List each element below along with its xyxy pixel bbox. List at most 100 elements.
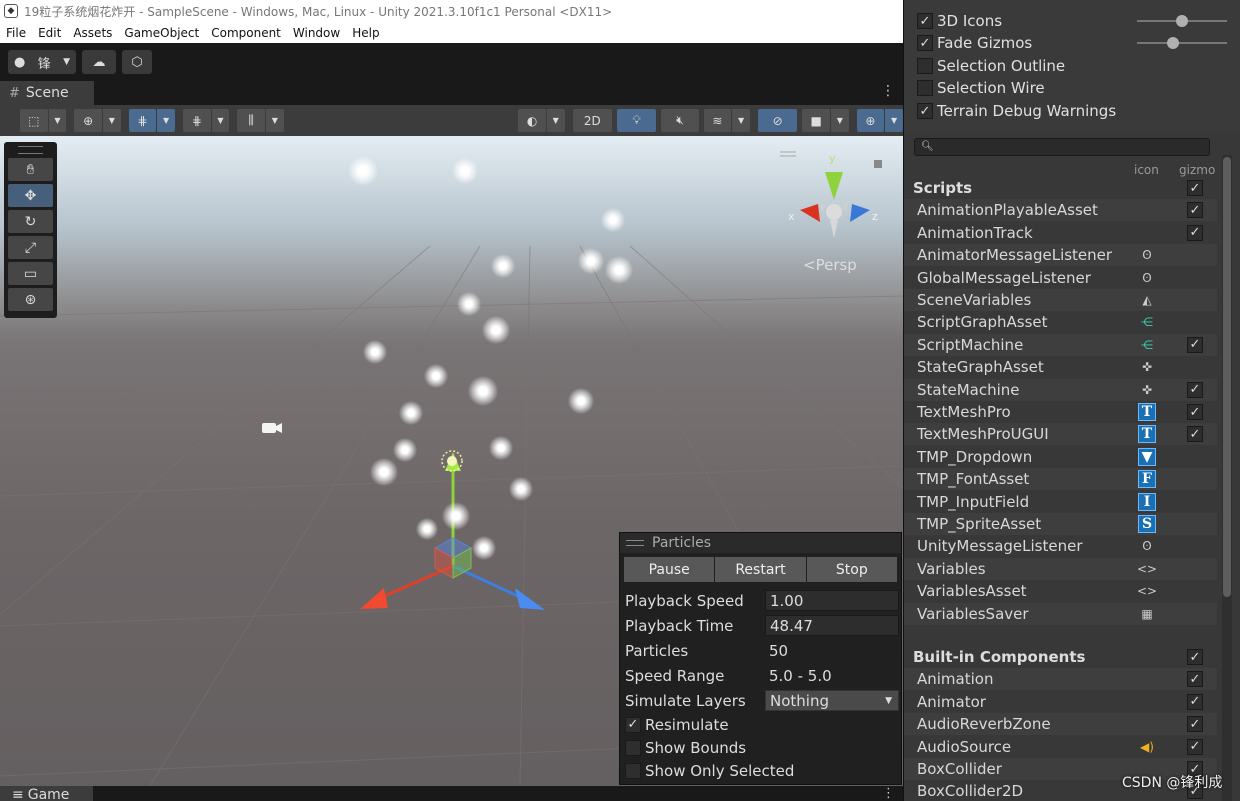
toggle-fade-gizmos[interactable]: ✓ Fade Gizmos <box>917 32 1032 54</box>
gizmo-list-item[interactable]: Animation ✓ <box>904 668 1217 691</box>
gizmo-checkbox[interactable]: ✓ <box>1187 224 1203 241</box>
draw-mode-button[interactable]: ⬚ <box>20 109 48 132</box>
camera-gizmo-icon[interactable] <box>262 423 282 433</box>
gizmo-list-item[interactable]: UnityMessageListener ʘ <box>904 535 1217 557</box>
saver-icon[interactable]: ▦ <box>1138 605 1156 623</box>
gizmo-search-input[interactable]: 🔍︎ <box>914 138 1210 156</box>
gizmo-list-item[interactable]: TMP_Dropdown ▼ <box>904 446 1217 468</box>
tab-game[interactable]: ≡ Game <box>0 786 93 801</box>
speaker-icon[interactable]: ◀) <box>1138 738 1156 756</box>
gizmo-list-item[interactable]: VariablesSaver ▦ <box>904 602 1217 625</box>
tmp-i-icon[interactable]: I <box>1138 492 1156 511</box>
ear-icon[interactable]: ʘ <box>1138 246 1156 264</box>
grid-visibility-dropdown[interactable]: ▼ <box>265 109 284 132</box>
gizmos-dropdown[interactable]: ▼ <box>885 109 903 132</box>
3d-icons-slider[interactable] <box>1137 15 1227 27</box>
global-dropdown[interactable]: ▼ <box>102 109 121 132</box>
menu-edit[interactable]: Edit <box>32 26 67 40</box>
gizmo-list-item[interactable]: AudioReverbZone ✓ <box>904 713 1217 736</box>
3d-icons-checkbox[interactable]: ✓ <box>917 13 933 29</box>
gizmo-list-item[interactable]: StateMachine ✜ ✓ <box>904 378 1217 401</box>
tmp-dropdown-icon[interactable]: ▼ <box>1138 447 1156 466</box>
show-bounds-toggle[interactable]: Show Bounds <box>620 736 901 759</box>
lighting-toggle[interactable]: 💡︎ <box>616 109 657 132</box>
effects-button[interactable]: ≋ <box>703 109 732 132</box>
stop-button[interactable]: Stop <box>806 557 897 582</box>
restart-button[interactable]: Restart <box>715 557 806 582</box>
scrollbar-thumb[interactable] <box>1223 157 1231 597</box>
scene-viewport[interactable]: ✋︎ ✥ ↻ ⤢ ▭ ⊛ y x z <Persp Particles Paus… <box>0 136 903 786</box>
gizmo-checkbox[interactable]: ✓ <box>1187 426 1203 443</box>
camera-button[interactable]: ■ <box>802 109 830 132</box>
grid-snap-button[interactable]: ⋕ <box>128 109 157 132</box>
gizmo-list-item[interactable]: ScriptGraphAsset ⋲ <box>904 311 1217 333</box>
gizmo-list-item[interactable]: VariablesAsset <> <box>904 580 1217 602</box>
grid-visibility-button[interactable]: ⫼ <box>237 109 265 132</box>
gizmo-checkbox[interactable]: ✓ <box>1187 404 1203 420</box>
rect-tool-button[interactable]: ▭ <box>8 262 53 285</box>
gizmo-list-item[interactable]: TextMeshPro T ✓ <box>904 401 1217 423</box>
scene-visibility-toggle[interactable]: ⊘ <box>757 109 798 132</box>
effects-dropdown[interactable]: ▼ <box>732 109 750 132</box>
tab-scene[interactable]: # Scene <box>0 81 94 105</box>
hand-tool-button[interactable]: ✋︎ <box>8 158 53 181</box>
gizmo-checkbox[interactable]: ✓ <box>1187 381 1203 398</box>
scale-tool-button[interactable]: ⤢ <box>8 236 53 259</box>
menu-help[interactable]: Help <box>346 26 385 40</box>
tmp-f-icon[interactable]: F <box>1138 470 1156 489</box>
kebab-menu-icon[interactable]: ⋮ <box>881 83 895 99</box>
graph-icon[interactable]: ⋲ <box>1138 336 1156 354</box>
ear-icon[interactable]: ʘ <box>1138 537 1156 555</box>
gizmo-checkbox[interactable]: ✓ <box>1187 738 1203 755</box>
rotate-tool-button[interactable]: ↻ <box>8 210 53 233</box>
selection-outline-checkbox[interactable] <box>917 58 933 74</box>
state-icon[interactable]: ✜ <box>1138 358 1156 376</box>
shading-mode-button[interactable]: ◐ <box>518 109 546 132</box>
simulate-layers-select[interactable]: Nothing ▼ <box>765 690 899 711</box>
graph-icon[interactable]: ⋲ <box>1138 313 1156 331</box>
tmp-t-icon[interactable]: T <box>1138 425 1156 444</box>
selection-wire-checkbox[interactable] <box>917 80 933 96</box>
cloud-button[interactable]: ☁ <box>82 50 116 74</box>
gizmo-list-item[interactable]: AnimationPlayableAsset ✓ <box>904 199 1217 222</box>
drag-handle[interactable] <box>626 540 644 546</box>
draw-mode-dropdown[interactable]: ▼ <box>48 109 67 132</box>
playback-speed-field[interactable]: 1.00 <box>765 590 899 611</box>
resimulate-toggle[interactable]: ✓ Resimulate <box>620 713 901 736</box>
transform-tool-button[interactable]: ⊛ <box>8 288 53 311</box>
tmp-s-icon[interactable]: S <box>1138 515 1156 533</box>
show-only-selected-toggle[interactable]: Show Only Selected <box>620 759 901 782</box>
gizmo-list-item[interactable]: TMP_SpriteAsset S <box>904 513 1217 535</box>
toggle-3d-icons[interactable]: ✓ 3D Icons <box>917 10 1002 32</box>
kebab-menu-icon[interactable]: ⋮ <box>882 786 895 801</box>
gizmo-list-item[interactable]: AudioSource ◀) ✓ <box>904 736 1217 758</box>
scene-var-icon[interactable]: ◭ <box>1138 291 1156 309</box>
gizmo-list-item[interactable]: TMP_InputField I <box>904 491 1217 513</box>
menu-component[interactable]: Component <box>205 26 287 40</box>
orientation-gizmo[interactable]: y x z <box>780 142 890 252</box>
gizmo-checkbox[interactable]: ✓ <box>1187 671 1203 688</box>
tmp-t-icon[interactable]: T <box>1138 403 1156 421</box>
resimulate-checkbox[interactable]: ✓ <box>625 716 641 733</box>
shading-mode-dropdown[interactable]: ▼ <box>546 109 565 132</box>
toggle-2d-button[interactable]: 2D <box>572 109 612 132</box>
fade-gizmos-slider[interactable] <box>1137 37 1227 49</box>
global-button[interactable]: ⊕ <box>74 109 102 132</box>
gizmo-list-item[interactable]: Animator ✓ <box>904 691 1217 713</box>
menu-window[interactable]: Window <box>287 26 346 40</box>
section-toggle-checkbox[interactable]: ✓ <box>1187 649 1203 665</box>
show-only-selected-checkbox[interactable] <box>625 762 641 779</box>
gizmo-list-item[interactable]: GlobalMessageListener ʘ <box>904 267 1217 289</box>
fade-gizmos-checkbox[interactable]: ✓ <box>917 35 933 51</box>
gizmo-list-item[interactable]: SceneVariables ◭ <box>904 289 1217 311</box>
gizmo-checkbox[interactable]: ✓ <box>1187 202 1203 219</box>
menu-assets[interactable]: Assets <box>67 26 118 40</box>
gizmo-list-item[interactable]: AnimatorMessageListener ʘ <box>904 244 1217 267</box>
menu-gameobject[interactable]: GameObject <box>118 26 205 40</box>
toggle-selection-wire[interactable]: Selection Wire <box>917 77 1045 99</box>
toggle-terrain-debug[interactable]: ✓ Terrain Debug Warnings <box>917 100 1116 122</box>
increment-snap-button[interactable]: ⋕ <box>182 109 211 132</box>
gizmo-list-item[interactable]: Variables <> <box>904 557 1217 580</box>
collab-button[interactable]: ⬡ <box>122 50 152 74</box>
pause-button[interactable]: Pause <box>624 557 715 582</box>
